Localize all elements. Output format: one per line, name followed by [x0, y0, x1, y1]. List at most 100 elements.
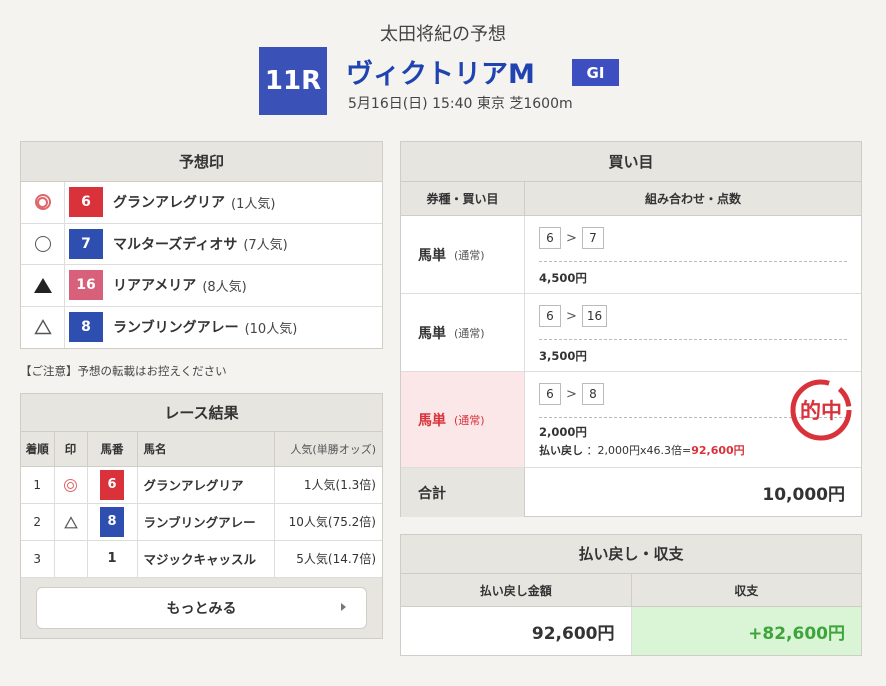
- bet-combo: 6 > 7: [539, 226, 847, 250]
- profit-header: 収支: [734, 583, 759, 598]
- tipster-title: 太田将紀の予想: [380, 24, 506, 45]
- horse-popularity: (10人気): [244, 321, 298, 337]
- bet-amount: 4,500円: [539, 271, 587, 285]
- payback-values: 92,600円 +82,600円: [401, 607, 861, 655]
- prediction-row: 8 ランブリングアレー (10人気): [21, 306, 382, 348]
- combo-first: 6: [539, 305, 561, 327]
- total-label: 合計: [401, 468, 525, 517]
- divider: [539, 261, 847, 262]
- prediction-row: 16 リアアメリア (8人気): [21, 265, 382, 307]
- race-info: 5月16日(日) 15:40 東京 芝1600m: [348, 96, 573, 112]
- greater-than-icon: >: [566, 386, 577, 402]
- bet-amount: 3,500円: [539, 349, 587, 363]
- popularity-cell: 10人気(75.2倍): [274, 503, 382, 541]
- bet-type-sub: (通常): [454, 326, 485, 340]
- horse-popularity: (8人気): [202, 279, 247, 295]
- triangle-mark-icon: [33, 319, 52, 335]
- rank-header: 着順: [21, 432, 55, 467]
- result-table: 着順 印 馬番 馬名 人気(単勝オッズ) 1 6 グランアレグリア 1人気(1.…: [21, 432, 382, 578]
- bet-type-label: 馬単: [418, 325, 446, 342]
- prediction-row: 7 マルターズディオサ (7人気): [21, 223, 382, 265]
- combo-header: 組み合わせ・点数: [644, 192, 741, 206]
- horse-name-link[interactable]: マルターズディオサ: [113, 234, 237, 254]
- greater-than-icon: >: [566, 230, 577, 246]
- horse-number: 1: [107, 551, 117, 566]
- chevron-right-icon: [341, 603, 346, 611]
- combo-first: 6: [539, 383, 561, 405]
- grade-badge: GI: [572, 59, 619, 86]
- payback-amount-header: 払い戻し金額: [401, 574, 632, 606]
- bet-row: 馬単 (通常) 6 > 7 4,500円: [401, 216, 861, 294]
- filled-triangle-mark-icon: [33, 277, 52, 293]
- payback-title: 払い戻し・収支: [401, 535, 861, 574]
- divider: [539, 339, 847, 340]
- triangle-mark-icon: [63, 515, 78, 528]
- bet-row: 馬単 (通常) 6 > 16 3,500円: [401, 294, 861, 372]
- payback-panel: 払い戻し・収支 払い戻し金額 収支 92,600円 +82,600円: [400, 534, 862, 656]
- horse-name-link[interactable]: リアアメリア: [113, 275, 196, 295]
- horse-name-link[interactable]: マジックキャッスル: [137, 540, 275, 578]
- horse-number: 16: [69, 270, 103, 301]
- payback-calc: ：2,000円x46.3倍=: [586, 444, 692, 457]
- horse-number: 6: [100, 469, 124, 500]
- combo-second: 16: [581, 305, 608, 327]
- horse-popularity: (1人気): [231, 196, 276, 212]
- bets-header: 券種・買い目 組み合わせ・点数: [401, 182, 861, 216]
- name-header: 馬名: [137, 432, 275, 467]
- number-header: 馬番: [87, 432, 138, 467]
- table-row: 2 8 ランブリングアレー 10人気(75.2倍): [21, 503, 382, 541]
- total-row: 合計 10,000円: [401, 468, 861, 517]
- bet-type-sub: (通常): [454, 413, 485, 427]
- circle-mark-icon: [34, 235, 51, 252]
- bets-title: 買い目: [401, 142, 861, 182]
- horse-number: 8: [100, 506, 124, 537]
- horse-number: 8: [69, 312, 103, 343]
- mark-cell: [54, 540, 88, 578]
- greater-than-icon: >: [566, 308, 577, 324]
- bet-type-label: 馬単: [418, 247, 446, 264]
- table-row: 1 6 グランアレグリア 1人気(1.3倍): [21, 466, 382, 504]
- horse-name-link[interactable]: ランブリングアレー: [113, 317, 239, 337]
- rank-cell: 3: [21, 540, 55, 578]
- show-more-button[interactable]: もっとみる: [36, 587, 367, 629]
- prediction-panel: 予想印 6 グランアレグリア (1人気) 7 マルターズディオサ (7人気) 1…: [20, 141, 383, 349]
- rank-cell: 1: [21, 466, 55, 504]
- popularity-cell: 1人気(1.3倍): [274, 466, 382, 504]
- race-number-badge: 11R: [259, 47, 327, 115]
- prediction-title: 予想印: [21, 142, 382, 182]
- popularity-header: 人気(単勝オッズ): [274, 432, 382, 467]
- combo-first: 6: [539, 227, 561, 249]
- race-name: ヴィクトリアM: [346, 59, 535, 90]
- popularity-cell: 5人気(14.7倍): [274, 540, 382, 578]
- table-row: 3 1 マジックキャッスル 5人気(14.7倍): [21, 540, 382, 578]
- bet-type-sub: (通常): [454, 248, 485, 262]
- payback-line: 払い戻し ：2,000円x46.3倍=92,600円: [539, 442, 745, 458]
- race-result-panel: レース結果 着順 印 馬番 馬名 人気(単勝オッズ) 1 6 グランアレグリア …: [20, 393, 383, 639]
- rank-cell: 2: [21, 503, 55, 541]
- payback-header: 払い戻し金額 収支: [401, 574, 861, 607]
- prediction-row: 6 グランアレグリア (1人気): [21, 182, 382, 224]
- payback-amount-value: 92,600円: [401, 607, 632, 655]
- result-title: レース結果: [21, 394, 382, 432]
- hit-stamp-text: 的中: [800, 399, 842, 423]
- bet-combo: 6 > 16: [539, 304, 847, 328]
- horse-number: 6: [69, 187, 103, 218]
- payback-total: 92,600円: [691, 444, 745, 457]
- bets-panel: 買い目 券種・買い目 組み合わせ・点数 馬単 (通常) 6 > 7 4,500円…: [400, 141, 862, 517]
- total-value: 10,000円: [762, 485, 845, 505]
- horse-popularity: (7人気): [243, 238, 288, 254]
- bet-amount: 2,000円: [539, 425, 587, 439]
- horse-name-link[interactable]: ランブリングアレー: [137, 503, 275, 541]
- profit-value: +82,600円: [631, 607, 861, 655]
- horse-number: 7: [69, 228, 103, 259]
- combo-second: 7: [581, 227, 604, 249]
- mark-header: 印: [54, 432, 88, 467]
- bet-type-label: 馬単: [418, 412, 446, 429]
- double-circle-mark-icon: [64, 478, 77, 492]
- repost-notice: 【ご注意】予想の転載はお控えください: [20, 364, 227, 378]
- combo-second: 8: [581, 383, 604, 405]
- horse-name-link[interactable]: グランアレグリア: [137, 466, 275, 504]
- bet-type-header: 券種・買い目: [401, 182, 525, 215]
- horse-name-link[interactable]: グランアレグリア: [113, 192, 225, 212]
- hit-stamp-icon: 的中: [790, 379, 852, 441]
